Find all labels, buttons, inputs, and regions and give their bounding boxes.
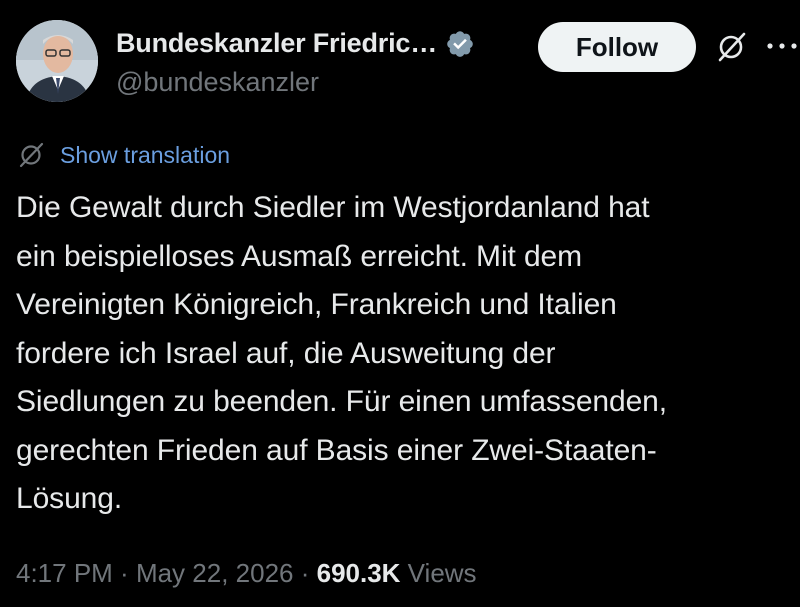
show-translation-label[interactable]: Show translation: [60, 142, 230, 169]
tweet-line: Lösung.: [16, 482, 123, 515]
tweet-line: Vereinigten Königreich, Frankreich und I…: [16, 288, 617, 321]
avatar[interactable]: [16, 20, 98, 102]
follow-button[interactable]: Follow: [538, 22, 696, 72]
tweet-body: Die Gewalt durch Siedler im Westjordanla…: [16, 184, 788, 524]
translate-icon: [16, 140, 46, 170]
author-block: Bundeskanzler Friedric… @bundeskanzler: [116, 28, 475, 98]
tweet-date[interactable]: May 22, 2026: [136, 558, 294, 588]
tweet-line: Die Gewalt durch Siedler im Westjordanla…: [16, 191, 650, 224]
name-row: Bundeskanzler Friedric…: [116, 28, 475, 59]
verified-badge-icon: [445, 29, 475, 59]
author-handle[interactable]: @bundeskanzler: [116, 67, 475, 98]
grok-icon[interactable]: [714, 30, 748, 64]
meta-separator: ·: [112, 558, 136, 588]
tweet-line: gerechten Frieden auf Basis einer Zwei-S…: [16, 433, 657, 467]
author-name[interactable]: Bundeskanzler Friedric…: [116, 28, 437, 59]
tweet-line: Siedlungen zu beenden. Für einen umfasse…: [16, 385, 667, 418]
tweet-line: fordere ich Israel auf, die Ausweitung d…: [16, 336, 556, 370]
tweet: Bundeskanzler Friedric… @bundeskanzler F…: [0, 0, 800, 607]
views-count: 690.3K: [316, 558, 401, 588]
views-label: Views: [400, 558, 477, 588]
tweet-meta: 4:17 PM · May 22, 2026 · 690.3K Views: [16, 558, 477, 589]
tweet-header: Bundeskanzler Friedric… @bundeskanzler F…: [16, 20, 797, 106]
tweet-time[interactable]: 4:17 PM: [16, 558, 113, 588]
show-translation[interactable]: Show translation: [16, 140, 230, 170]
more-horizontal-icon[interactable]: [764, 38, 800, 54]
tweet-line: ein beispielloses Ausmaß erreicht. Mit d…: [16, 239, 583, 273]
meta-separator: ·: [293, 558, 317, 588]
